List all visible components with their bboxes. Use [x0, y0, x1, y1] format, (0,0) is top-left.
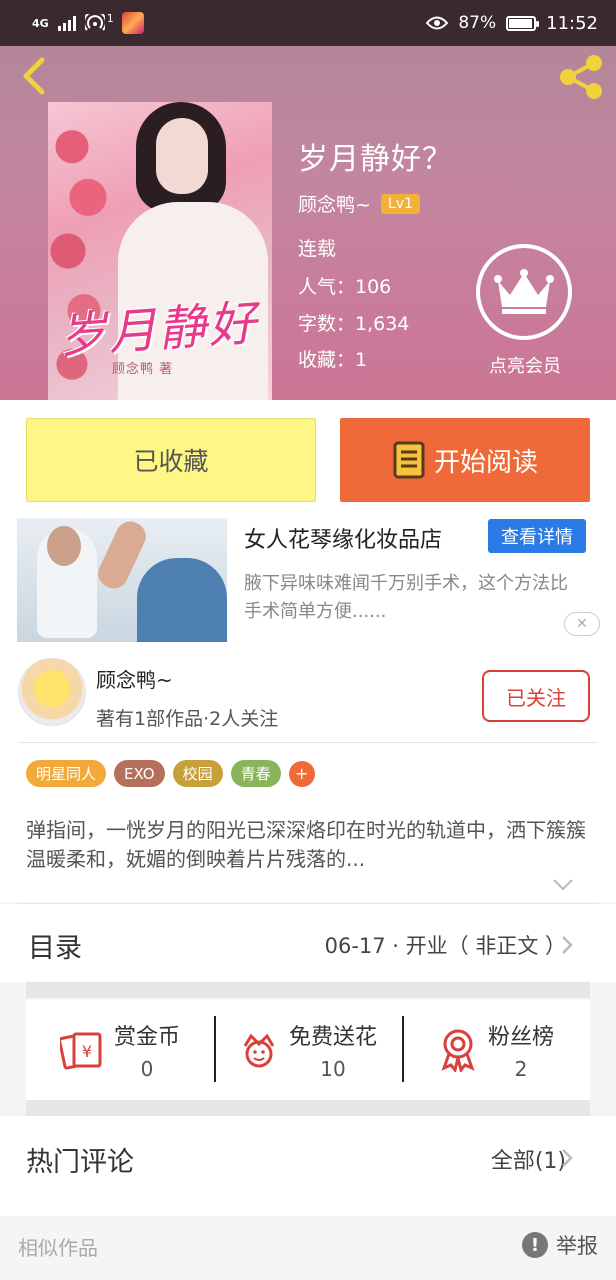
ad-doctor-head	[47, 526, 81, 566]
cover-face	[156, 118, 208, 194]
signal-icon	[57, 16, 76, 31]
ad-title[interactable]: 女人花琴缘化妆品店	[244, 522, 442, 554]
stat-value: 10	[320, 1057, 346, 1081]
back-arrow-icon	[23, 57, 45, 95]
svg-text:¥: ¥	[82, 1042, 92, 1061]
favorited-button[interactable]: 已收藏	[26, 418, 316, 502]
avatar[interactable]	[18, 658, 86, 726]
favorite-count: 收藏：1	[298, 349, 368, 371]
stat-label: 免费送花	[288, 1025, 377, 1050]
medal-icon	[441, 1029, 475, 1072]
cover-title: 岁月静好	[56, 295, 261, 365]
level-badge: Lv1	[380, 193, 420, 214]
book-header: 岁月静好 顾念鸭 著 岁月静好？ 顾念鸭~ Lv1 连载 人气：106 字数：1…	[0, 46, 616, 400]
ad-close-button[interactable]: ✕	[564, 612, 600, 636]
report-label: 举报	[556, 1234, 598, 1258]
follow-button[interactable]: 已关注	[482, 670, 590, 722]
book-title: 岁月静好？	[298, 142, 453, 177]
tag-item[interactable]: EXO	[114, 760, 165, 787]
section-separator	[26, 982, 590, 998]
author-row[interactable]: 顾念鸭~ Lv1	[298, 190, 420, 217]
author-name: 顾念鸭~	[298, 194, 371, 216]
close-icon: ✕	[576, 616, 588, 632]
book-cover[interactable]: 岁月静好 顾念鸭 著	[48, 102, 272, 400]
network-label: 4G	[32, 16, 49, 30]
tag-list: 明星同人 EXO 校园 青春 +	[26, 760, 315, 787]
stat-label: 赏金币	[113, 1025, 180, 1050]
vip-label: 点亮会员	[489, 356, 561, 377]
tag-item[interactable]: 青春	[230, 760, 281, 787]
ad-description[interactable]: 腋下异味味难闻千万别手术，这个方法比手术简单方便......	[244, 570, 584, 626]
ad-patient	[137, 558, 227, 642]
hot-comments-label: 热门评论	[26, 1147, 134, 1178]
chevron-right-icon	[562, 1149, 573, 1167]
cover-author: 顾念鸭 著	[112, 362, 174, 377]
add-tag-button[interactable]: +	[288, 760, 315, 787]
battery-icon	[506, 15, 540, 31]
stat-value: 2	[514, 1057, 528, 1081]
reward-coin-icon: ¥	[59, 1032, 102, 1070]
toc-latest-chapter: 06-17 · 开业（ 非正文 ）	[324, 934, 566, 958]
share-icon	[560, 55, 602, 99]
tag-item[interactable]: 校园	[172, 760, 223, 787]
send-flower-button[interactable]: 免费送花 10	[214, 1000, 402, 1100]
ad-image[interactable]	[17, 518, 227, 642]
toc-label: 目录	[28, 933, 82, 964]
stat-label: 粉丝榜	[487, 1025, 554, 1050]
author-card-stats: 著有1部作品·2人关注	[96, 708, 279, 730]
alert-icon: !	[522, 1232, 548, 1258]
app-notification-icon	[121, 12, 144, 34]
notification-count: 1	[106, 11, 114, 25]
share-button[interactable]	[556, 54, 606, 100]
crown-icon	[494, 269, 554, 314]
similar-works-label: 相似作品	[18, 1236, 98, 1260]
eye-comfort-icon	[426, 16, 449, 30]
start-reading-button[interactable]: 开始阅读	[340, 418, 590, 502]
clock: 11:52	[546, 12, 598, 34]
reward-coin-button[interactable]: ¥ 赏金币 0	[26, 1000, 214, 1100]
book-status: 连载	[298, 238, 337, 260]
ad-details-button[interactable]: 查看详情	[488, 519, 586, 553]
tag-item[interactable]: 明星同人	[26, 760, 107, 787]
divider	[18, 742, 598, 743]
battery-percent: 87%	[458, 13, 497, 33]
book-description[interactable]: 弹指间，一恍岁月的阳光已深深烙印在时光的轨道中，洒下簇簇温暖柔和，妩媚的倒映着片…	[26, 816, 586, 874]
all-comments-link[interactable]: 全部(1)	[491, 1143, 566, 1175]
status-bar: 4G 1 87% 11:52	[0, 0, 616, 46]
report-button[interactable]: ! 举报	[522, 1230, 598, 1260]
author-card-name[interactable]: 顾念鸭~	[96, 664, 173, 693]
chevron-down-icon[interactable]	[552, 876, 574, 892]
stats-row: ¥ 赏金币 0 免费送花 10 粉丝榜 2	[26, 1000, 590, 1100]
book-icon	[393, 441, 425, 479]
word-count: 字数：1,634	[298, 313, 410, 335]
stat-value: 0	[140, 1057, 154, 1081]
fan-rank-button[interactable]: 粉丝榜 2	[402, 1000, 590, 1100]
start-reading-label: 开始阅读	[433, 447, 538, 478]
section-separator	[26, 1100, 590, 1116]
popularity: 人气：106	[298, 276, 392, 298]
flower-icon	[243, 1033, 275, 1068]
hotspot-icon	[84, 14, 105, 31]
chevron-right-icon	[562, 936, 573, 954]
back-button[interactable]	[16, 56, 52, 96]
battery-fill	[509, 18, 532, 28]
vip-button[interactable]	[476, 244, 572, 340]
